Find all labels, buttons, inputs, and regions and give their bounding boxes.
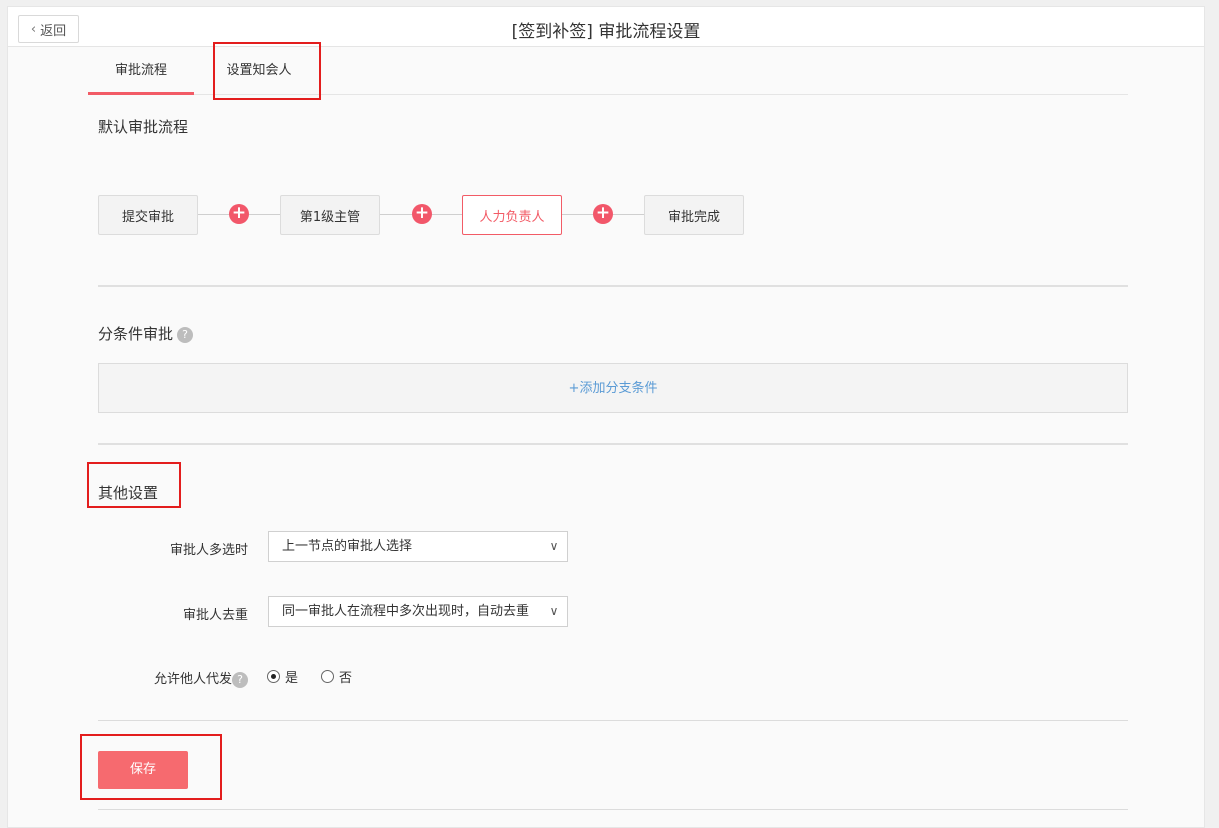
section-divider bbox=[98, 443, 1128, 445]
bottom-divider bbox=[98, 809, 1128, 810]
question-icon[interactable]: ? bbox=[232, 671, 248, 688]
top-bar: ‹ 返回 [签到补签] 审批流程设置 bbox=[8, 7, 1204, 47]
conditional-title-text: 分条件审批 bbox=[98, 325, 174, 343]
dedup-label: 审批人去重 bbox=[182, 608, 248, 623]
tab-bar: 审批流程 设置知会人 bbox=[88, 47, 1128, 95]
delegate-label: 允许他人代发? bbox=[84, 668, 248, 688]
tab-approval-flow[interactable]: 审批流程 bbox=[88, 47, 194, 95]
dedup-dropdown[interactable]: 同一审批人在流程中多次出现时，自动去重 ∨ bbox=[268, 596, 568, 627]
radio-no[interactable] bbox=[321, 670, 335, 683]
flow-node-first-supervisor[interactable]: 第1级主管 bbox=[280, 195, 380, 235]
conditional-title: 分条件审批? bbox=[98, 323, 194, 344]
chevron-down-icon: ∨ bbox=[547, 597, 561, 626]
chevron-down-icon: ∨ bbox=[547, 532, 561, 561]
radio-yes-label[interactable]: 是 bbox=[285, 667, 298, 686]
save-button[interactable]: 保存 bbox=[98, 751, 188, 789]
multi-select-label: 审批人多选时 bbox=[169, 543, 248, 558]
other-settings-title: 其他设置 bbox=[98, 484, 159, 502]
add-node-icon[interactable]: + bbox=[229, 204, 249, 224]
main-panel: ‹ 返回 [签到补签] 审批流程设置 审批流程 设置知会人 默认审批流程 提交审… bbox=[7, 6, 1205, 828]
radio-yes[interactable] bbox=[267, 670, 280, 683]
multi-select-value: 上一节点的审批人选择 bbox=[282, 539, 413, 554]
radio-no-label[interactable]: 否 bbox=[339, 667, 352, 686]
section-divider bbox=[98, 285, 1128, 287]
flow-node-hr-head[interactable]: 人力负责人 bbox=[462, 195, 562, 235]
section-divider bbox=[98, 720, 1128, 721]
multi-select-dropdown[interactable]: 上一节点的审批人选择 ∨ bbox=[268, 531, 568, 562]
page-title: [签到补签] 审批流程设置 bbox=[511, 22, 701, 42]
flow-node-submit: 提交审批 bbox=[98, 195, 198, 235]
dedup-value: 同一审批人在流程中多次出现时，自动去重 bbox=[282, 604, 530, 619]
add-node-icon[interactable]: + bbox=[593, 204, 613, 224]
delegate-label-text: 允许他人代发 bbox=[153, 672, 232, 687]
add-branch-condition-button[interactable]: +添加分支条件 bbox=[98, 363, 1128, 413]
question-icon[interactable]: ? bbox=[177, 326, 194, 343]
delegate-radio-group: 是 否 bbox=[267, 667, 352, 686]
tab-notify-people[interactable]: 设置知会人 bbox=[214, 47, 304, 95]
default-flow-title: 默认审批流程 bbox=[98, 118, 189, 136]
flow-node-complete: 审批完成 bbox=[644, 195, 744, 235]
add-node-icon[interactable]: + bbox=[412, 204, 432, 224]
